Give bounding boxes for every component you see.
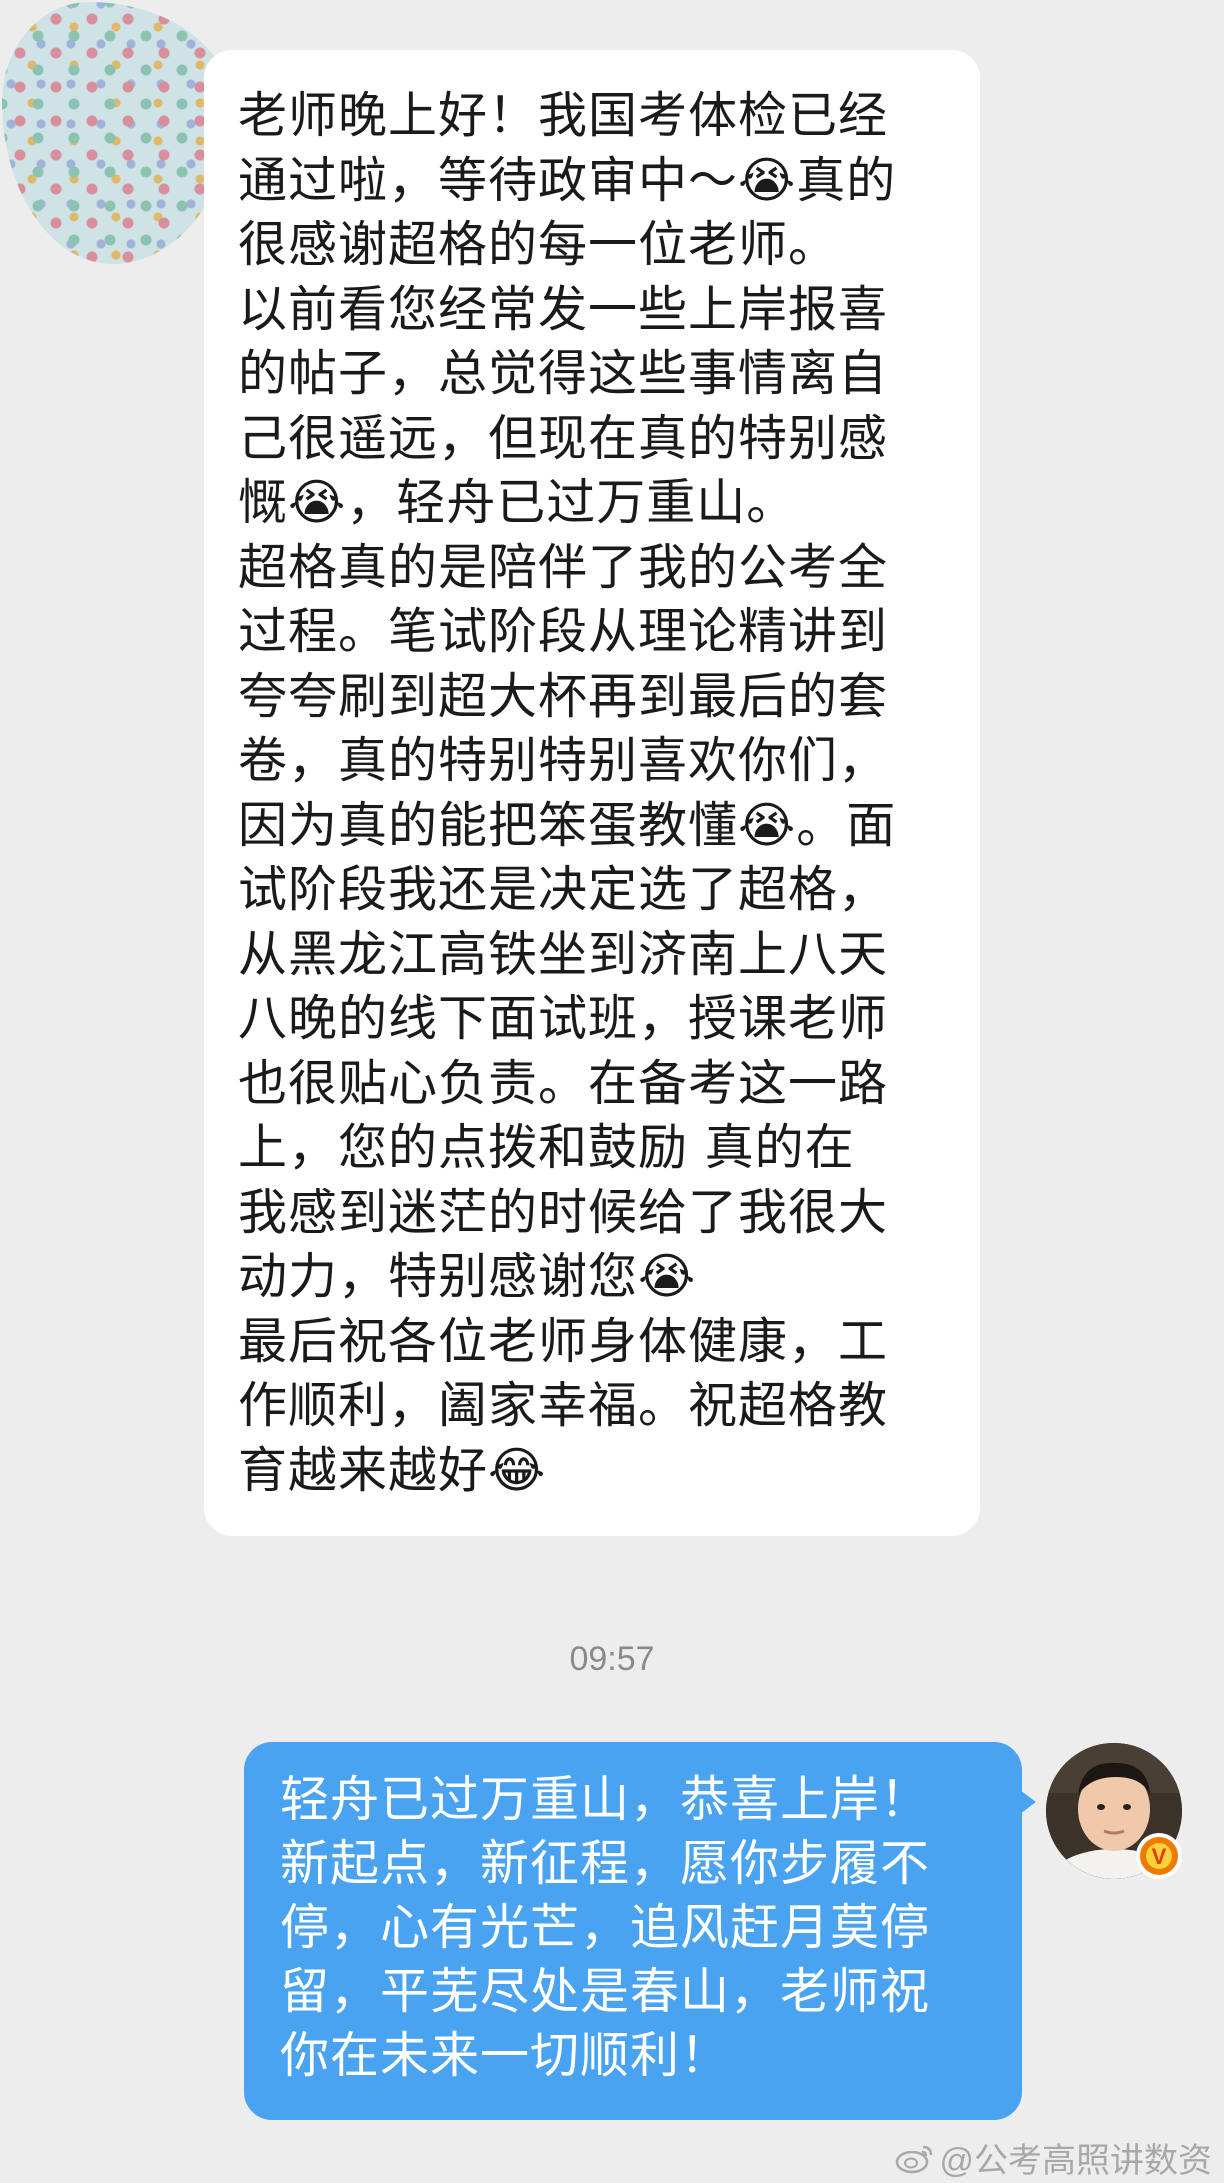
incoming-message-line: 我感到迷茫的时候给了我很大 [238, 1183, 889, 1241]
incoming-message-line: 的帖子，总觉得这些事情离自 [238, 345, 889, 402]
chat-screen: 老师晚上好！我国考体检已经 通过啦，等待政审中～😭真的 很感谢超格的每一位老师。 以前… [0, 0, 1224, 2183]
incoming-message-line: 很感谢超格的每一位老师。 [238, 216, 839, 273]
outgoing-message-line: 你在未来一切顺利！ [280, 2027, 731, 2084]
incoming-message-line: 因为真的能把笨蛋教懂😭。面 [238, 796, 897, 854]
incoming-message-line: 以前看您经常发一些上岸报喜 [238, 280, 889, 338]
outgoing-message-bubble[interactable]: 轻舟已过万重山，恭喜上岸！ 新起点，新征程，愿你步履不 停，心有光芒，追风赶月莫停留… [244, 1742, 1036, 2120]
message-timestamp: 09:57 [569, 1640, 655, 1678]
outgoing-message-line: 留，平芜尽处是春山，老师祝 [280, 1963, 931, 2020]
incoming-message-line: 最后祝各位老师身体健康，工 [238, 1312, 889, 1370]
incoming-message-line: 育越来越好😂 [238, 1441, 547, 1499]
sender-avatar[interactable] [2, 2, 232, 264]
incoming-message-line: 上，您的点拨和鼓励 真的在 [238, 1119, 855, 1176]
incoming-message-line: 通过啦，等待政审中～😭真的 [238, 151, 897, 209]
incoming-message-line: 慨😭，轻舟已过万重山。 [238, 474, 797, 531]
watermark-text: @公考高照讲数资 [939, 2142, 1212, 2180]
incoming-message-line: 老师晚上好！我国考体检已经 [238, 87, 889, 144]
outgoing-message-line: 停，心有光芒，追风赶月莫停 [280, 1899, 931, 1956]
incoming-message-text: 老师晚上好！我国考体检已经 通过啦，等待政审中～😭真的 很感谢超格的每一位老师。 以前… [238, 84, 946, 1503]
incoming-message-line: 夸夸刷到超大杯再到最后的套 [238, 667, 889, 725]
incoming-message-line: 八晚的线下面试班，授课老师 [238, 990, 889, 1047]
outgoing-message-line: 轻舟已过万重山，恭喜上岸！ [280, 1771, 931, 1828]
verified-badge-letter: V [1152, 1844, 1167, 1869]
incoming-message-line: 也很贴心负责。在备考这一路 [238, 1054, 889, 1112]
weibo-icon [896, 2145, 933, 2173]
watermark: @公考高照讲数资 [895, 2133, 1212, 2182]
incoming-message-line: 卷，真的特别特别喜欢你们， [238, 732, 889, 789]
incoming-message-line: 过程。笔试阶段从理论精讲到 [238, 603, 889, 660]
incoming-message-line: 试阶段我还是决定选了超格， [238, 861, 889, 918]
incoming-message-line: 作顺利，阖家幸福。祝超格教 [238, 1377, 889, 1434]
incoming-message-line: 己很遥远，但现在真的特别感 [238, 409, 889, 467]
incoming-message-line: 超格真的是陪伴了我的公考全 [238, 538, 889, 596]
outgoing-message-line: 新起点，新征程，愿你步履不 [280, 1835, 931, 1892]
incoming-message-bubble[interactable]: 老师晚上好！我国考体检已经 通过啦，等待政审中～😭真的 很感谢超格的每一位老师。 以前… [204, 50, 980, 1536]
incoming-message-line: 动力，特别感谢您😭 [238, 1248, 697, 1305]
outgoing-message-text: 轻舟已过万重山，恭喜上岸！ 新起点，新征程，愿你步履不 停，心有光芒，追风赶月莫停留… [280, 1768, 986, 2088]
verified-badge-icon: V [1136, 1833, 1182, 1879]
incoming-message-line: 从黑龙江高铁坐到济南上八天 [238, 925, 889, 983]
